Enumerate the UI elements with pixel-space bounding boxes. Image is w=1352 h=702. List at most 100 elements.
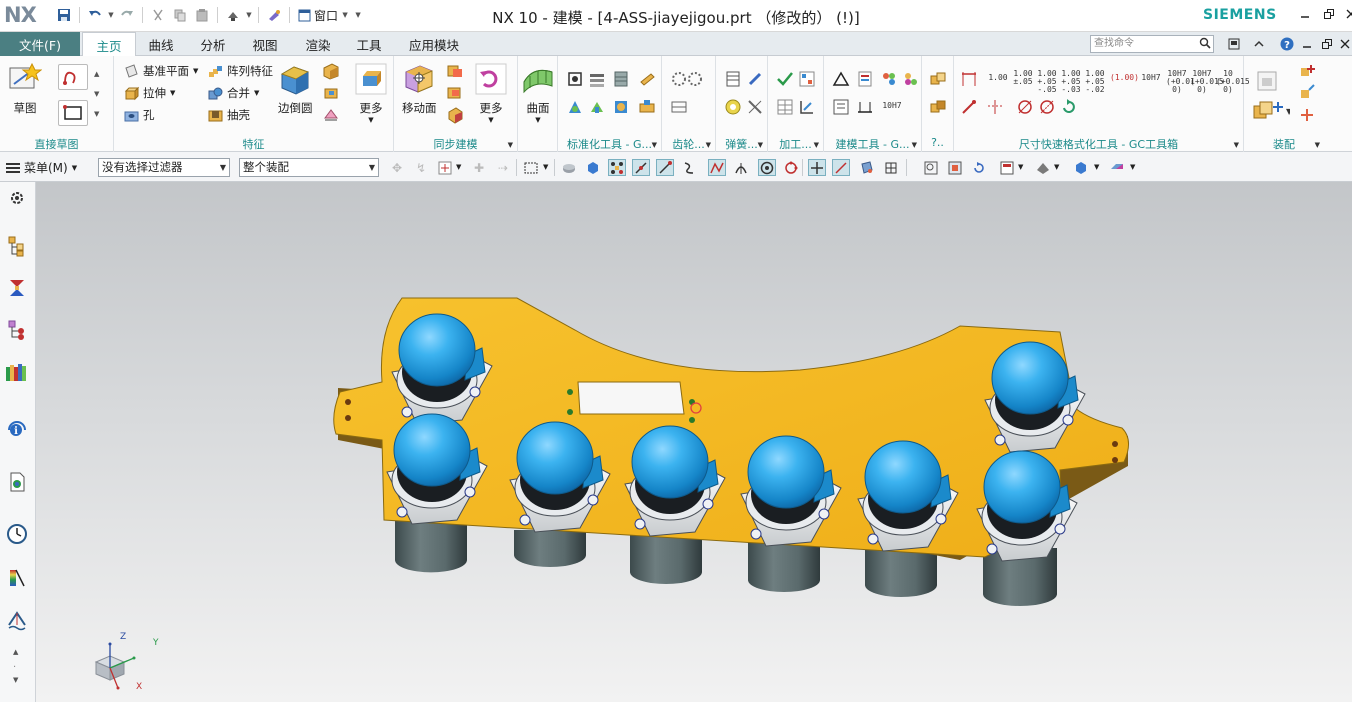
undo-dropdown-icon[interactable]: ▼ (107, 11, 115, 19)
diameter-alt-icon[interactable] (1038, 98, 1056, 116)
assembly-model[interactable] (36, 182, 1352, 702)
history-icon[interactable] (5, 522, 29, 546)
component-select-icon[interactable] (560, 159, 578, 176)
chevron-down-icon[interactable]: ▼ (1054, 163, 1059, 171)
save-icon[interactable] (54, 5, 74, 25)
rectangle-select-icon[interactable] (522, 159, 540, 176)
check-icon[interactable] (776, 70, 794, 88)
cap-unit-5-blue-cap[interactable] (747, 435, 825, 509)
rectangle-icon[interactable] (58, 100, 88, 126)
zoom-window-icon[interactable] (946, 159, 964, 176)
tolerance-fit-icon[interactable]: 10H7 (880, 98, 904, 116)
grid-table-icon[interactable] (776, 98, 794, 116)
triangle-icon[interactable] (832, 70, 850, 88)
dim-style-icon[interactable] (986, 98, 1004, 116)
move-component-icon[interactable] (1298, 84, 1316, 102)
type-filter-select[interactable]: 没有选择过滤器 ▼ (98, 158, 230, 177)
spring-pin-icon[interactable] (612, 70, 630, 88)
tab-view[interactable]: 视图 (240, 32, 290, 56)
chevron-down-icon[interactable]: ▼ (912, 141, 917, 149)
assembly-components-icon[interactable]: ▼ (1250, 98, 1293, 122)
system-materials-icon[interactable] (5, 566, 29, 590)
assembly-navigator-icon[interactable] (1256, 70, 1278, 92)
chevron-down-icon[interactable]: ▼ (543, 163, 548, 171)
snap-intersection-icon[interactable] (708, 159, 726, 176)
color-icon[interactable] (902, 70, 920, 88)
cap-unit-2-blue-cap[interactable] (393, 413, 471, 487)
cap-unit-6-blue-cap[interactable] (864, 440, 942, 514)
tab-applications[interactable]: 应用模块 (398, 32, 470, 56)
minimize-icon[interactable] (1294, 4, 1316, 24)
dim-format-5[interactable]: 1.00 +.05 -.02 (1084, 70, 1106, 94)
table-ref-icon[interactable] (798, 70, 816, 88)
repeat-command-icon[interactable] (264, 5, 284, 25)
window-minimize-icon[interactable] (1298, 36, 1316, 52)
chevron-down-icon[interactable]: ▼ (706, 141, 711, 149)
deselect-icon[interactable]: ⇢ (494, 159, 512, 176)
constraint-icon[interactable] (1298, 106, 1316, 124)
snap-point-on-face-icon[interactable] (832, 159, 850, 176)
nut-icon[interactable] (638, 98, 656, 116)
menu-button[interactable]: 菜单(M) ▼ (6, 159, 77, 176)
solid-body-select-icon[interactable] (584, 159, 602, 176)
snap-midpoint-icon[interactable] (632, 159, 650, 176)
compression-spring-icon[interactable] (746, 70, 764, 88)
graphics-window[interactable]: Z Y X (36, 182, 1352, 702)
window-menu[interactable]: 窗口 ▼ (295, 7, 352, 24)
gear-modeling-icon[interactable] (670, 98, 688, 116)
snap-point-on-curve-icon[interactable] (808, 159, 826, 176)
assembly-parts-icon[interactable] (929, 70, 947, 88)
dimension-layout-icon[interactable] (960, 70, 978, 88)
selection-scope-select[interactable]: 整个装配 ▼ (239, 158, 379, 177)
rotate-icon[interactable] (970, 159, 988, 176)
bolt-icon[interactable] (612, 98, 630, 116)
offset-region-icon[interactable] (446, 84, 464, 102)
hd3d-tools-icon[interactable]: i (5, 416, 29, 440)
cap-unit-7-blue-cap[interactable] (991, 341, 1069, 415)
disc-spring-icon[interactable] (724, 98, 742, 116)
dim-edit-icon[interactable] (960, 98, 978, 116)
redo-icon[interactable] (117, 5, 137, 25)
dim-format-3[interactable]: 1.00 +.05 -.05 (1036, 70, 1058, 94)
refresh-dim-icon[interactable] (1060, 98, 1078, 116)
measure-icon[interactable] (856, 98, 874, 116)
close-icon[interactable] (1340, 4, 1352, 24)
edge-blend-button[interactable]: 边倒圆 (278, 62, 313, 116)
tab-home[interactable]: 主页 (82, 32, 136, 57)
snap-existing-point-icon[interactable] (882, 159, 900, 176)
dim-format-4[interactable]: 1.00 +.05 -.03 (1060, 70, 1082, 94)
trim-body-icon[interactable] (322, 106, 340, 124)
shell-button[interactable]: 抽壳 (208, 106, 250, 124)
cap-unit-8-blue-cap[interactable] (983, 450, 1061, 524)
assembly-navigator-tab-icon[interactable] (5, 234, 29, 258)
unite-button[interactable]: 合并 ▼ (208, 84, 259, 102)
chevron-down-icon[interactable]: ▼ (1315, 141, 1320, 149)
report-icon[interactable] (856, 70, 874, 88)
hole-button[interactable]: 孔 (124, 106, 155, 124)
tab-render[interactable]: 渲染 (293, 32, 343, 56)
sketch-button[interactable]: 草图 (8, 62, 42, 116)
command-search-input[interactable]: 查找命令 (1090, 35, 1214, 53)
chevron-down-icon[interactable]: ▼ (1130, 163, 1135, 171)
chevron-down-icon[interactable]: ▼ (814, 141, 819, 149)
scroll-handle[interactable]: · (13, 662, 16, 673)
reuse-library-icon[interactable] (5, 360, 29, 384)
dim-format-9[interactable]: 10H7 (+0.015 0) (1190, 70, 1224, 94)
part-navigator-icon[interactable] (5, 318, 29, 342)
restore-icon[interactable] (1318, 4, 1340, 24)
scroll-up-icon[interactable]: ▲ (94, 70, 99, 78)
feature-more-button[interactable]: 更多 ▼ (354, 62, 388, 124)
touch-mode-dropdown-icon[interactable]: ▼ (245, 11, 253, 19)
snap-endpoint-icon[interactable] (608, 159, 626, 176)
replace-face-icon[interactable] (446, 106, 464, 124)
touch-mode-icon[interactable] (223, 5, 243, 25)
stack-icon[interactable] (588, 70, 606, 88)
window-restore-icon[interactable] (1318, 36, 1336, 52)
undo-icon[interactable] (85, 5, 105, 25)
tab-file[interactable]: 文件(F) (0, 32, 80, 56)
chevron-down-icon[interactable]: ▼ (758, 141, 763, 149)
help-icon[interactable]: ? (1278, 36, 1296, 52)
window-close-icon[interactable] (1336, 36, 1352, 52)
components-icon[interactable] (929, 98, 947, 116)
move-face-button[interactable]: 移动面 (402, 62, 437, 116)
